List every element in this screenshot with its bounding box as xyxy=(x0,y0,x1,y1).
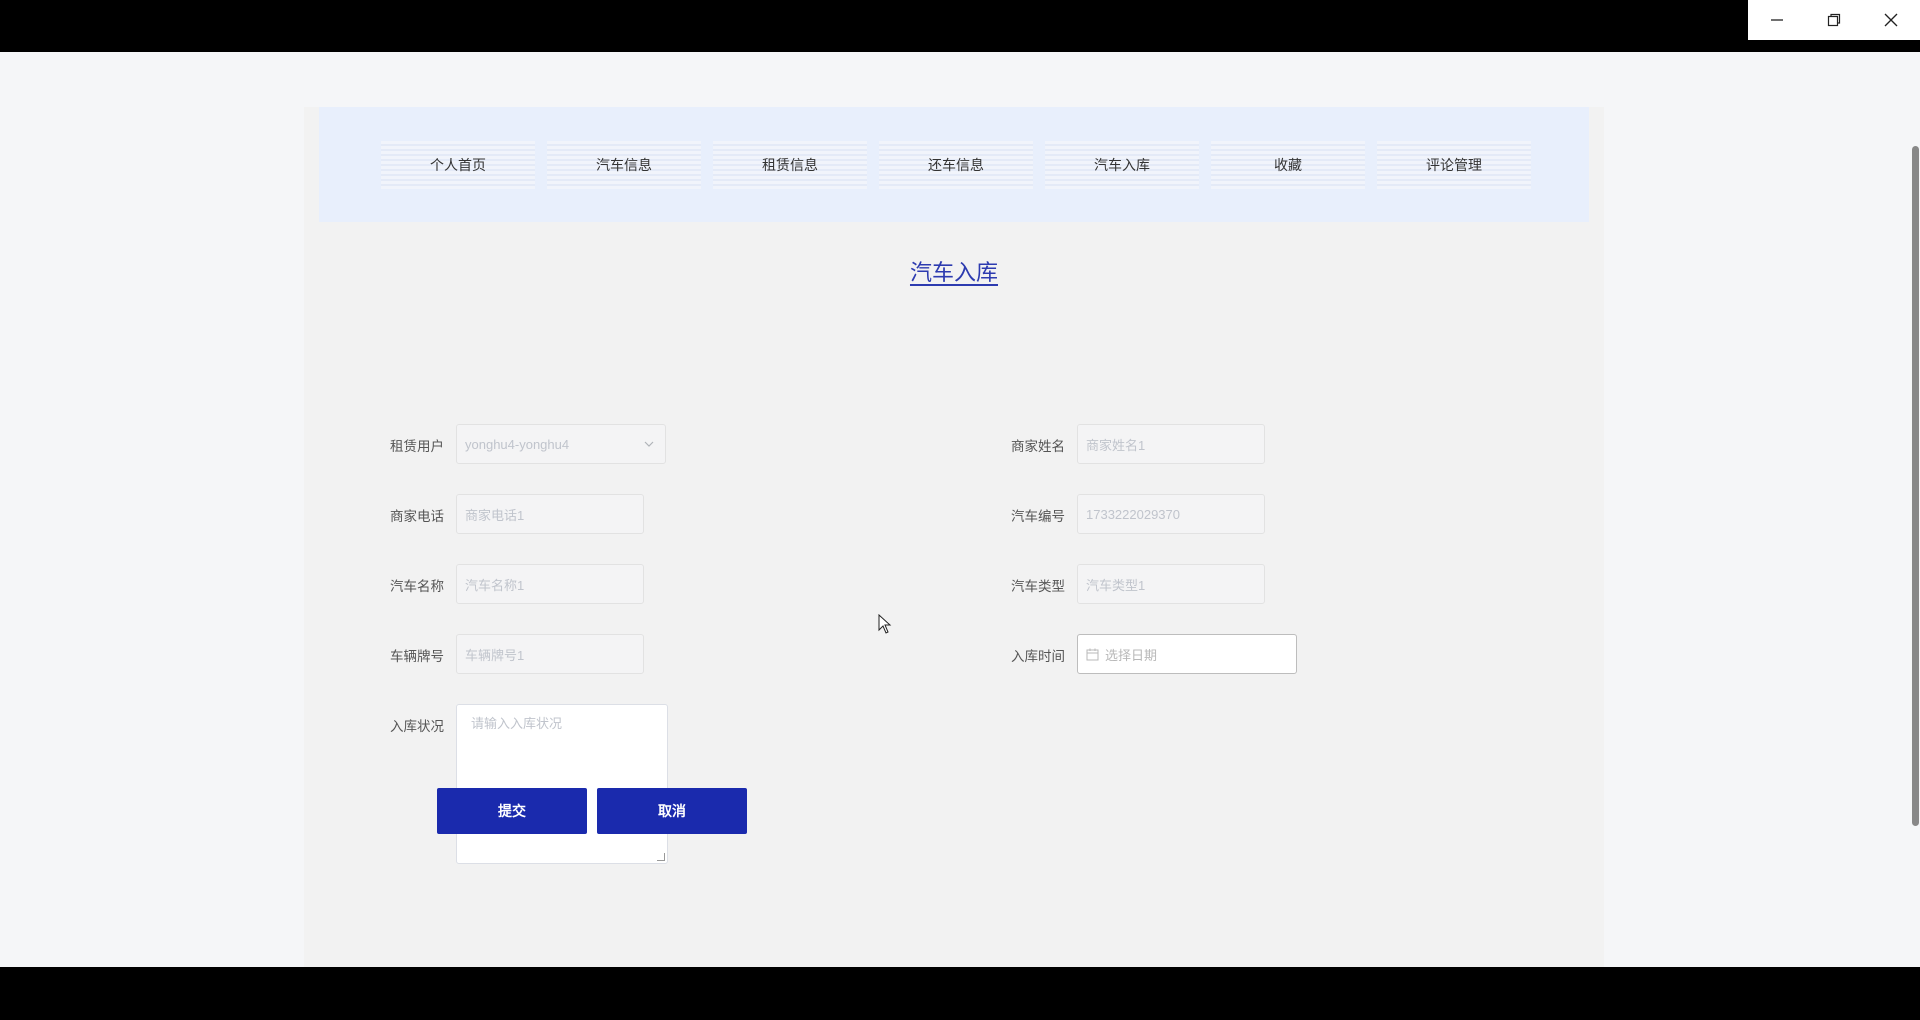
scrollbar-thumb[interactable] xyxy=(1912,146,1919,826)
merchant-phone-input[interactable]: 商家电话1 xyxy=(456,494,644,534)
nav-item-return-info[interactable]: 还车信息 xyxy=(879,141,1033,189)
rent-user-label: 租赁用户 xyxy=(390,439,444,454)
storage-status-placeholder: 请输入入库状况 xyxy=(471,716,563,731)
merchant-name-label: 商家姓名 xyxy=(1011,439,1065,454)
cancel-button[interactable]: 取消 xyxy=(597,788,747,834)
window-titlebar xyxy=(0,0,1920,52)
vertical-scrollbar[interactable] xyxy=(1910,52,1920,967)
close-icon[interactable] xyxy=(1863,0,1920,40)
storage-time-datepicker[interactable]: 选择日期 xyxy=(1077,634,1297,674)
minimize-icon[interactable] xyxy=(1748,0,1805,40)
car-number-label: 汽车编号 xyxy=(1011,509,1065,524)
nav-item-personal-home[interactable]: 个人首页 xyxy=(381,141,535,189)
window-controls xyxy=(1748,0,1920,40)
car-name-label: 汽车名称 xyxy=(390,579,444,594)
nav-item-favorites[interactable]: 收藏 xyxy=(1211,141,1365,189)
rent-user-select[interactable]: yonghu4-yonghu4 xyxy=(456,424,666,464)
car-number-input[interactable]: 1733222029370 xyxy=(1077,494,1265,534)
nav-item-comment-management[interactable]: 评论管理 xyxy=(1377,141,1531,189)
merchant-phone-label: 商家电话 xyxy=(390,509,444,524)
taskbar xyxy=(0,967,1920,1020)
storage-status-textarea[interactable]: 请输入入库状况 xyxy=(456,704,668,864)
nav-item-car-storage[interactable]: 汽车入库 xyxy=(1045,141,1199,189)
top-nav: 个人首页 汽车信息 租赁信息 还车信息 汽车入库 收藏 评论管理 xyxy=(319,107,1589,222)
car-name-input[interactable]: 汽车名称1 xyxy=(456,564,644,604)
page-title: 汽车入库 xyxy=(909,260,998,285)
plate-number-input[interactable]: 车辆牌号1 xyxy=(456,634,644,674)
storage-status-label: 入库状况 xyxy=(390,719,444,734)
car-type-label: 汽车类型 xyxy=(1011,579,1065,594)
nav-item-car-info[interactable]: 汽车信息 xyxy=(547,141,701,189)
mouse-cursor-icon xyxy=(878,614,892,634)
merchant-name-input[interactable]: 商家姓名1 xyxy=(1077,424,1265,464)
submit-button[interactable]: 提交 xyxy=(437,788,587,834)
car-type-input[interactable]: 汽车类型1 xyxy=(1077,564,1265,604)
chevron-down-icon xyxy=(644,441,654,447)
page-container: 个人首页 汽车信息 租赁信息 还车信息 汽车入库 收藏 评论管理 汽车入库 租赁… xyxy=(304,107,1604,967)
rent-user-value: yonghu4-yonghu4 xyxy=(465,436,570,452)
resize-handle[interactable] xyxy=(657,853,665,861)
nav-item-rental-info[interactable]: 租赁信息 xyxy=(713,141,867,189)
plate-number-label: 车辆牌号 xyxy=(390,649,444,664)
calendar-icon xyxy=(1086,648,1099,660)
storage-time-placeholder: 选择日期 xyxy=(1105,647,1158,663)
storage-time-label: 入库时间 xyxy=(1011,649,1065,664)
restore-icon[interactable] xyxy=(1805,0,1862,40)
